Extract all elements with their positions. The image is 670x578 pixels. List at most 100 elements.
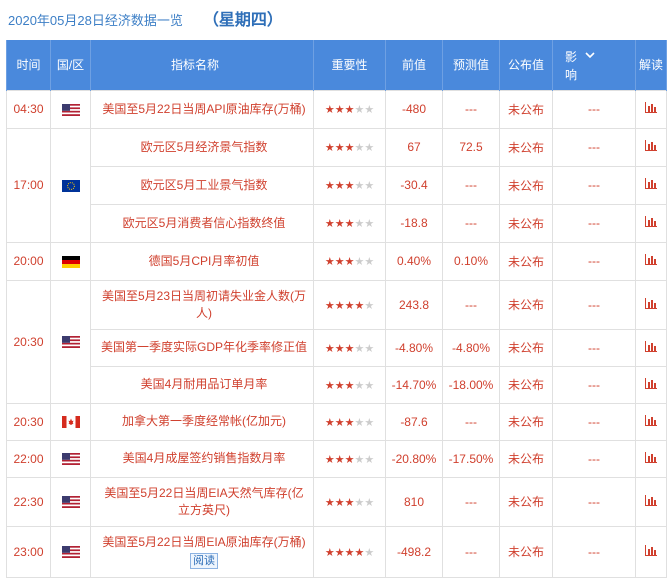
- importance-stars: ★★★★★: [325, 454, 374, 466]
- indicator-name[interactable]: 美国至5月22日当周EIA天然气库存(亿立方英尺): [104, 486, 303, 517]
- actual-value: 未公布: [499, 279, 553, 330]
- analysis-cell[interactable]: [635, 525, 667, 578]
- star-filled-icon: ★: [334, 299, 345, 312]
- importance-cell: ★★★★★: [313, 365, 386, 404]
- importance-stars: ★★★★★: [325, 343, 374, 355]
- star-empty-icon: ★: [364, 342, 375, 355]
- forecast-value: ---: [442, 203, 500, 243]
- col-header-analysis[interactable]: 解读: [635, 40, 667, 90]
- impact-value: ---: [552, 203, 636, 243]
- indicator-name[interactable]: 欧元区5月工业景气指数: [141, 178, 268, 192]
- indicator-name-cell[interactable]: 德国5月CPI月率初值: [90, 241, 314, 281]
- indicator-name-cell[interactable]: 加拿大第一季度经常帐(亿加元): [90, 402, 314, 441]
- bar-chart-icon[interactable]: [645, 377, 657, 392]
- analysis-cell[interactable]: [635, 476, 667, 527]
- indicator-name-cell[interactable]: 美国至5月22日当周API原油库存(万桶): [90, 89, 314, 129]
- col-header-impact[interactable]: 影 响: [552, 40, 636, 90]
- star-filled-icon: ★: [324, 180, 335, 192]
- bar-chart-icon[interactable]: [645, 494, 657, 509]
- star-empty-icon: ★: [364, 104, 375, 116]
- forecast-value: -18.00%: [442, 365, 500, 404]
- indicator-name-cell[interactable]: 美国第一季度实际GDP年化季率修正值: [90, 328, 314, 367]
- bar-chart-icon[interactable]: [645, 254, 657, 268]
- read-button[interactable]: 阅读: [190, 553, 218, 569]
- indicator-name-cell[interactable]: 美国至5月22日当周EIA天然气库存(亿立方英尺): [90, 476, 314, 527]
- importance-stars: ★★★★★: [325, 218, 374, 230]
- analysis-cell[interactable]: [635, 365, 667, 404]
- star-empty-icon: ★: [354, 379, 365, 392]
- indicator-name[interactable]: 美国至5月22日当周API原油库存(万桶): [102, 102, 305, 116]
- indicator-name-cell[interactable]: 美国至5月23日当周初请失业金人数(万人): [90, 279, 314, 330]
- indicator-name[interactable]: 德国5月CPI月率初值: [149, 254, 260, 268]
- bar-chart-icon[interactable]: [645, 414, 657, 429]
- indicator-name-cell[interactable]: 美国4月耐用品订单月率: [90, 365, 314, 404]
- bar-chart-icon[interactable]: [645, 340, 657, 355]
- indicator-name[interactable]: 美国4月成屋签约销售指数月率: [123, 451, 286, 465]
- importance-cell: ★★★★★: [313, 203, 386, 243]
- table-row: 欧元区5月工业景气指数 ★★★★★ -30.4 --- 未公布 ---: [7, 165, 667, 205]
- analysis-cell[interactable]: [635, 165, 667, 205]
- indicator-name[interactable]: 美国至5月23日当周初请失业金人数(万人): [102, 289, 306, 320]
- star-empty-icon: ★: [354, 342, 365, 355]
- star-filled-icon: ★: [344, 546, 355, 559]
- importance-stars: ★★★★★: [325, 180, 374, 192]
- indicator-name[interactable]: 美国4月耐用品订单月率: [141, 377, 268, 391]
- col-header-indicator[interactable]: 指标名称: [90, 40, 314, 90]
- indicator-name[interactable]: 加拿大第一季度经常帐(亿加元): [122, 414, 286, 428]
- analysis-cell[interactable]: [635, 439, 667, 478]
- previous-value: -498.2: [385, 525, 443, 578]
- col-header-importance[interactable]: 重要性: [313, 40, 386, 90]
- actual-value: 未公布: [499, 476, 553, 527]
- bar-chart-icon[interactable]: [645, 451, 657, 466]
- star-empty-icon: ★: [364, 496, 375, 509]
- time-cell: 23:00: [6, 525, 51, 578]
- bar-chart-icon[interactable]: [645, 178, 657, 192]
- indicator-name[interactable]: 欧元区5月经济景气指数: [141, 140, 268, 154]
- analysis-cell[interactable]: [635, 241, 667, 281]
- indicator-name[interactable]: 美国第一季度实际GDP年化季率修正值: [101, 340, 307, 354]
- previous-value: -20.80%: [385, 439, 443, 478]
- analysis-cell[interactable]: [635, 89, 667, 129]
- analysis-cell[interactable]: [635, 127, 667, 167]
- analysis-cell[interactable]: [635, 279, 667, 330]
- forecast-value: 72.5: [442, 127, 500, 167]
- indicator-name-cell[interactable]: 欧元区5月经济景气指数: [90, 127, 314, 167]
- chevron-down-icon[interactable]: [585, 46, 595, 64]
- col-header-forecast[interactable]: 预测值: [442, 40, 500, 90]
- star-filled-icon: ★: [334, 496, 345, 509]
- region-cell: [50, 241, 91, 281]
- bar-chart-icon[interactable]: [645, 102, 657, 116]
- importance-cell: ★★★★★: [313, 476, 386, 527]
- indicator-name[interactable]: 欧元区5月消费者信心指数终值: [123, 216, 286, 230]
- us-flag: [61, 496, 80, 509]
- eu-flag: [61, 179, 80, 192]
- star-filled-icon: ★: [324, 416, 335, 429]
- bar-chart-icon[interactable]: [645, 140, 657, 154]
- indicator-name-cell[interactable]: 美国4月成屋签约销售指数月率: [90, 439, 314, 478]
- col-header-region[interactable]: 国/区: [50, 40, 91, 90]
- forecast-value: 0.10%: [442, 241, 500, 281]
- star-empty-icon: ★: [364, 256, 375, 268]
- col-header-previous[interactable]: 前值: [385, 40, 443, 90]
- indicator-name-cell[interactable]: 欧元区5月工业景气指数: [90, 165, 314, 205]
- indicator-name[interactable]: 美国至5月22日当周EIA原油库存(万桶): [102, 535, 305, 549]
- col-header-time[interactable]: 时间: [6, 40, 51, 90]
- indicator-name-cell[interactable]: 欧元区5月消费者信心指数终值: [90, 203, 314, 243]
- bar-chart-icon[interactable]: [645, 216, 657, 230]
- col-header-actual[interactable]: 公布值: [499, 40, 553, 90]
- table-row: 欧元区5月消费者信心指数终值 ★★★★★ -18.8 --- 未公布 ---: [7, 203, 667, 243]
- table-header-row: 时间 国/区 指标名称 重要性 前值 预测值 公布值 影 响 解读: [6, 40, 667, 90]
- analysis-cell[interactable]: [635, 402, 667, 441]
- bar-chart-icon[interactable]: [645, 297, 657, 312]
- analysis-cell[interactable]: [635, 328, 667, 367]
- bar-chart-icon[interactable]: [645, 544, 657, 559]
- region-cell: [50, 127, 91, 243]
- star-filled-icon: ★: [354, 299, 365, 312]
- analysis-cell[interactable]: [635, 203, 667, 243]
- table-row: 20:00 德国5月CPI月率初值 ★★★★★ 0.40% 0.10% 未公布 ---: [6, 241, 667, 281]
- indicator-name-cell[interactable]: 美国至5月22日当周EIA原油库存(万桶) 阅读: [90, 525, 314, 578]
- region-cell: [50, 89, 91, 129]
- star-filled-icon: ★: [344, 104, 355, 116]
- page-title: 2020年05月28日经济数据一览 （星期四）: [8, 9, 283, 33]
- previous-value: -14.70%: [385, 365, 443, 404]
